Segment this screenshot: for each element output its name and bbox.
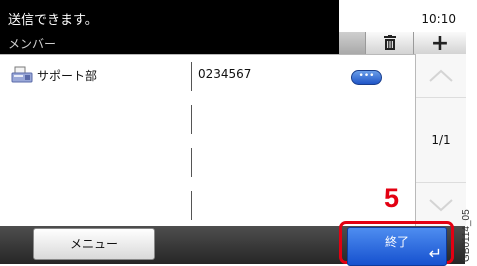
chevron-down-icon <box>429 198 453 211</box>
page-indicator: 1/1 <box>431 133 451 147</box>
figure-code: GB0114_05 <box>461 209 472 262</box>
screen-panel: 送信できます。 10:10 メンバー + サポート部 0234567 ••• 1… <box>0 0 466 266</box>
scroll-panel: 1/1 <box>415 54 466 226</box>
column-divider <box>191 148 192 177</box>
scroll-down-button[interactable] <box>416 182 466 226</box>
status-bar: 送信できます。 10:10 <box>0 0 465 32</box>
column-divider <box>191 105 192 134</box>
member-list: サポート部 0234567 ••• <box>0 54 415 227</box>
trash-icon <box>383 35 396 50</box>
end-button[interactable]: 終了 ↵ <box>347 227 447 266</box>
menu-button[interactable]: メニュー <box>33 228 155 260</box>
step-number: 5 <box>384 183 400 213</box>
column-divider <box>191 62 192 91</box>
enter-arrow-icon: ↵ <box>428 244 442 263</box>
detail-button[interactable]: ••• <box>351 70 382 85</box>
status-time: 10:10 <box>421 12 456 26</box>
member-row[interactable] <box>0 141 415 185</box>
chevron-up-icon <box>429 69 453 82</box>
add-member-button[interactable]: + <box>413 31 466 56</box>
member-row[interactable] <box>0 98 415 142</box>
member-number: 0234567 <box>198 67 252 81</box>
status-message: 送信できます。 <box>8 13 98 28</box>
fax-icon <box>11 66 33 83</box>
delete-button[interactable] <box>365 32 413 54</box>
header-title: メンバー <box>8 37 57 51</box>
member-row[interactable]: サポート部 0234567 ••• <box>0 55 415 99</box>
member-name: サポート部 <box>37 69 98 83</box>
column-divider <box>191 191 192 220</box>
scroll-up-button[interactable] <box>416 54 466 98</box>
